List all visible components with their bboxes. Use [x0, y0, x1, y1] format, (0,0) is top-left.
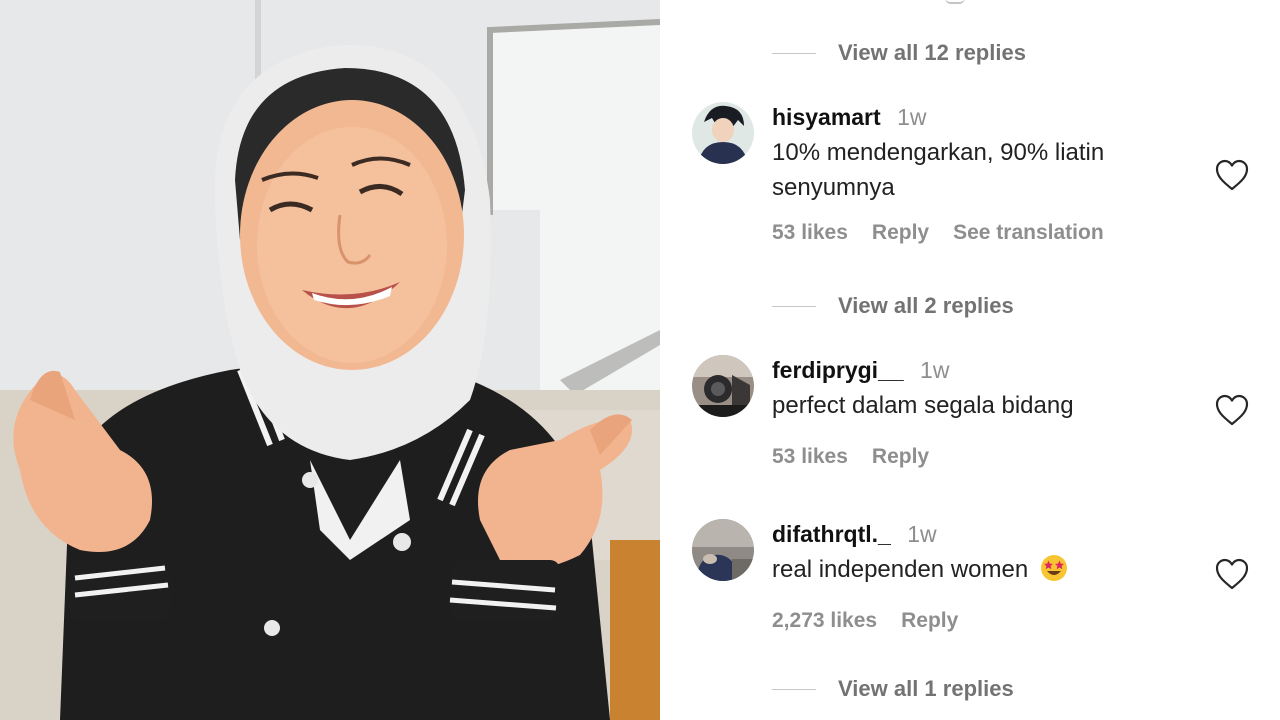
see-translation-button[interactable]: See translation	[953, 221, 1104, 245]
view-replies-label: View all 2 replies	[838, 293, 1014, 318]
view-replies-label: View all 12 replies	[838, 40, 1026, 65]
avatar[interactable]	[692, 519, 754, 581]
avatar[interactable]	[692, 102, 754, 164]
comment-time: 1w	[920, 357, 950, 383]
likes-count[interactable]: 2,273 likes	[772, 609, 877, 633]
photo-illustration	[0, 0, 660, 720]
heart-outline-icon[interactable]	[1214, 158, 1250, 192]
comment-item: difathrqtl._ 1w real independen women 2,…	[692, 519, 1262, 649]
heart-outline-icon[interactable]	[1214, 557, 1250, 591]
reply-button[interactable]: Reply	[901, 609, 958, 633]
replies-divider-line	[772, 52, 816, 54]
reply-button[interactable]: Reply	[872, 221, 929, 245]
comment-item: ferdiprygi__ 1w perfect dalam segala bid…	[692, 355, 1262, 475]
comment-username[interactable]: hisyamart	[772, 104, 881, 130]
star-struck-emoji	[1041, 555, 1068, 581]
heart-outline-icon[interactable]	[1214, 393, 1250, 427]
comment-time: 1w	[897, 104, 927, 130]
view-replies-button[interactable]: View all 1 replies	[772, 676, 1014, 702]
avatar-image	[692, 355, 754, 417]
replies-divider-line	[772, 688, 816, 690]
comment-item: hisyamart 1w 10% mendengarkan, 90% liati…	[692, 102, 1262, 262]
comment-text-content: real independen women	[772, 556, 1029, 583]
comment-text: perfect dalam segala bidang	[772, 392, 1074, 419]
reply-button[interactable]: Reply	[872, 445, 929, 469]
comment-text: real independen women	[772, 552, 1212, 587]
avatar-image	[692, 102, 754, 164]
likes-count[interactable]: 53 likes	[772, 445, 848, 469]
view-replies-label: View all 1 replies	[838, 676, 1014, 701]
replies-divider-line	[772, 305, 816, 307]
avatar-image	[692, 519, 754, 581]
avatar[interactable]	[692, 355, 754, 417]
view-replies-button[interactable]: View all 12 replies	[772, 40, 1026, 66]
view-replies-button[interactable]: View all 2 replies	[772, 293, 1014, 319]
comment-text: 10% mendengarkan, 90% liatin senyumnya	[772, 139, 1105, 201]
post-photo	[0, 0, 660, 720]
likes-count[interactable]: 53 likes	[772, 221, 848, 245]
comment-username[interactable]: ferdiprygi__	[772, 357, 904, 383]
comment-username[interactable]: difathrqtl._	[772, 521, 891, 547]
comment-time: 1w	[907, 521, 937, 547]
